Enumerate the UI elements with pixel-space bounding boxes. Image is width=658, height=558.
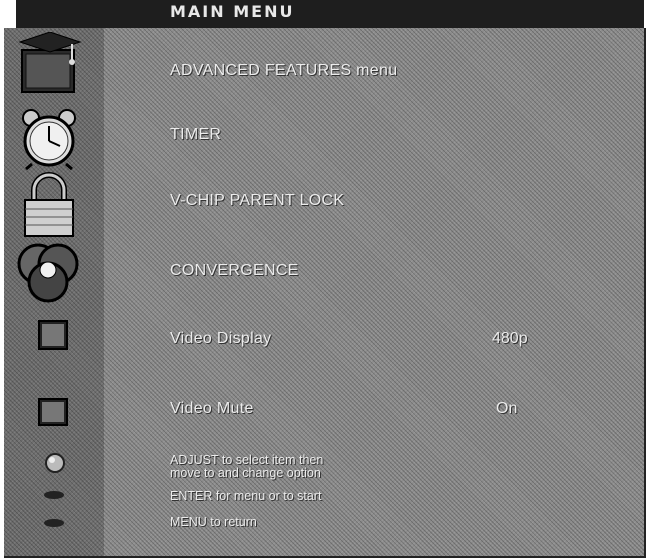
adjust-knob-icon (44, 452, 66, 474)
enter-instructions: ENTER for menu or to start (170, 490, 321, 503)
adjust-instructions: ADJUST to select item then move to and c… (170, 454, 323, 480)
adjust-line-2: move to and change option (170, 466, 321, 480)
menu-item-timer[interactable]: TIMER (170, 126, 221, 144)
alarm-clock-icon[interactable] (18, 108, 80, 171)
menu-button-icon (42, 516, 66, 528)
video-display-value[interactable]: 480p (492, 330, 528, 348)
enter-line: ENTER for menu or to start (170, 489, 322, 503)
menu-item-v-chip-parent-lock[interactable]: V-CHIP PARENT LOCK (170, 192, 344, 210)
menu-item-video-display[interactable]: Video Display (170, 330, 271, 348)
padlock-icon[interactable] (22, 172, 76, 238)
convergence-circles-icon[interactable] (14, 240, 82, 308)
tv-graduation-cap-icon[interactable] (16, 31, 84, 98)
main-menu-panel: ADVANCED FEATURES menu TIMER V-CHIP PARE… (4, 28, 646, 558)
menu-item-advanced-features[interactable]: ADVANCED FEATURES menu (170, 62, 397, 80)
square-icon[interactable] (38, 320, 68, 350)
menu-instructions: MENU to return (170, 516, 257, 529)
menu-item-convergence[interactable]: CONVERGENCE (170, 262, 299, 280)
menu-return-line: MENU to return (170, 515, 257, 529)
page-title: MAIN MENU (170, 2, 295, 21)
title-bar: MAIN MENU (16, 0, 644, 30)
square-icon[interactable] (38, 398, 68, 426)
enter-button-icon (42, 488, 66, 500)
video-mute-value[interactable]: On (496, 400, 517, 418)
menu-item-video-mute[interactable]: Video Mute (170, 400, 254, 418)
